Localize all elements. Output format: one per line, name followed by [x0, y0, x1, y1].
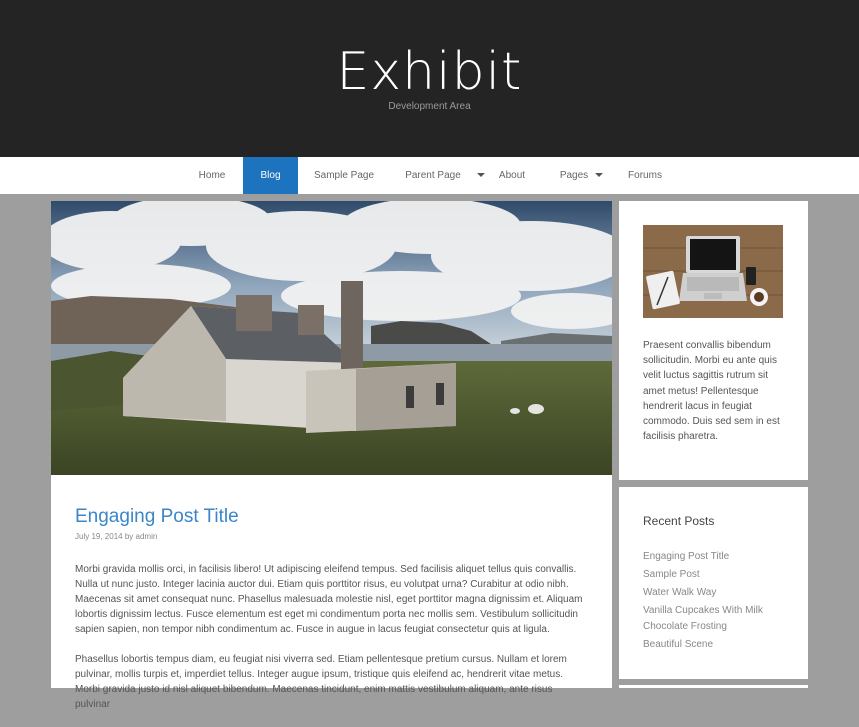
pages-dropdown-caret-icon[interactable]: [595, 173, 603, 177]
main-navigation: Home Blog Sample Page Parent Page About …: [0, 157, 859, 194]
site-header: Exhibit Development Area: [0, 0, 859, 157]
recent-post-link[interactable]: Vanilla Cupcakes With Milk Chocolate Fro…: [643, 603, 793, 634]
post-content: Morbi gravida mollis orci, in facilisis …: [75, 562, 587, 727]
nav-item-forums[interactable]: Forums: [622, 157, 668, 194]
text-widget-content: Praesent convallis bibendum sollicitudin…: [643, 340, 780, 443]
nav-item-about[interactable]: About: [494, 157, 530, 194]
nav-item-parent-page[interactable]: Parent Page: [398, 157, 468, 194]
recent-post-link[interactable]: Sample Post: [643, 567, 793, 583]
post-meta: July 19, 2014 by admin: [75, 532, 157, 542]
nav-item-blog[interactable]: Blog: [243, 157, 298, 194]
site-tagline: Development Area: [388, 101, 471, 112]
site-title[interactable]: Exhibit: [0, 42, 859, 102]
post-paragraph: Morbi gravida mollis orci, in facilisis …: [75, 564, 583, 635]
post-meta-by: by: [124, 532, 134, 541]
recent-post-link[interactable]: Engaging Post Title: [643, 549, 793, 565]
text-widget: Praesent convallis bibendum sollicitudin…: [619, 201, 808, 480]
recent-posts-title: Recent Posts: [643, 514, 715, 528]
post-title[interactable]: Engaging Post Title: [75, 505, 239, 529]
post-paragraph: Phasellus lobortis tempus diam, eu feugi…: [75, 654, 567, 710]
nav-item-pages[interactable]: Pages: [555, 157, 593, 194]
recent-post-link[interactable]: Beautiful Scene: [643, 637, 793, 653]
post-author-link[interactable]: admin: [136, 532, 158, 541]
post-date[interactable]: July 19, 2014: [75, 532, 123, 541]
parent-page-dropdown-caret-icon[interactable]: [477, 173, 485, 177]
recent-post-link[interactable]: Water Walk Way: [643, 585, 793, 601]
recent-posts-list: Engaging Post Title Sample Post Water Wa…: [643, 549, 793, 655]
post-article: Engaging Post Title July 19, 2014 by adm…: [51, 201, 612, 710]
laptop-desk-image: [643, 225, 783, 318]
nav-item-home[interactable]: Home: [186, 157, 238, 194]
featured-image[interactable]: [51, 201, 612, 475]
recent-posts-widget: Recent Posts Engaging Post Title Sample …: [619, 487, 808, 679]
nav-item-sample-page[interactable]: Sample Page: [304, 157, 384, 194]
